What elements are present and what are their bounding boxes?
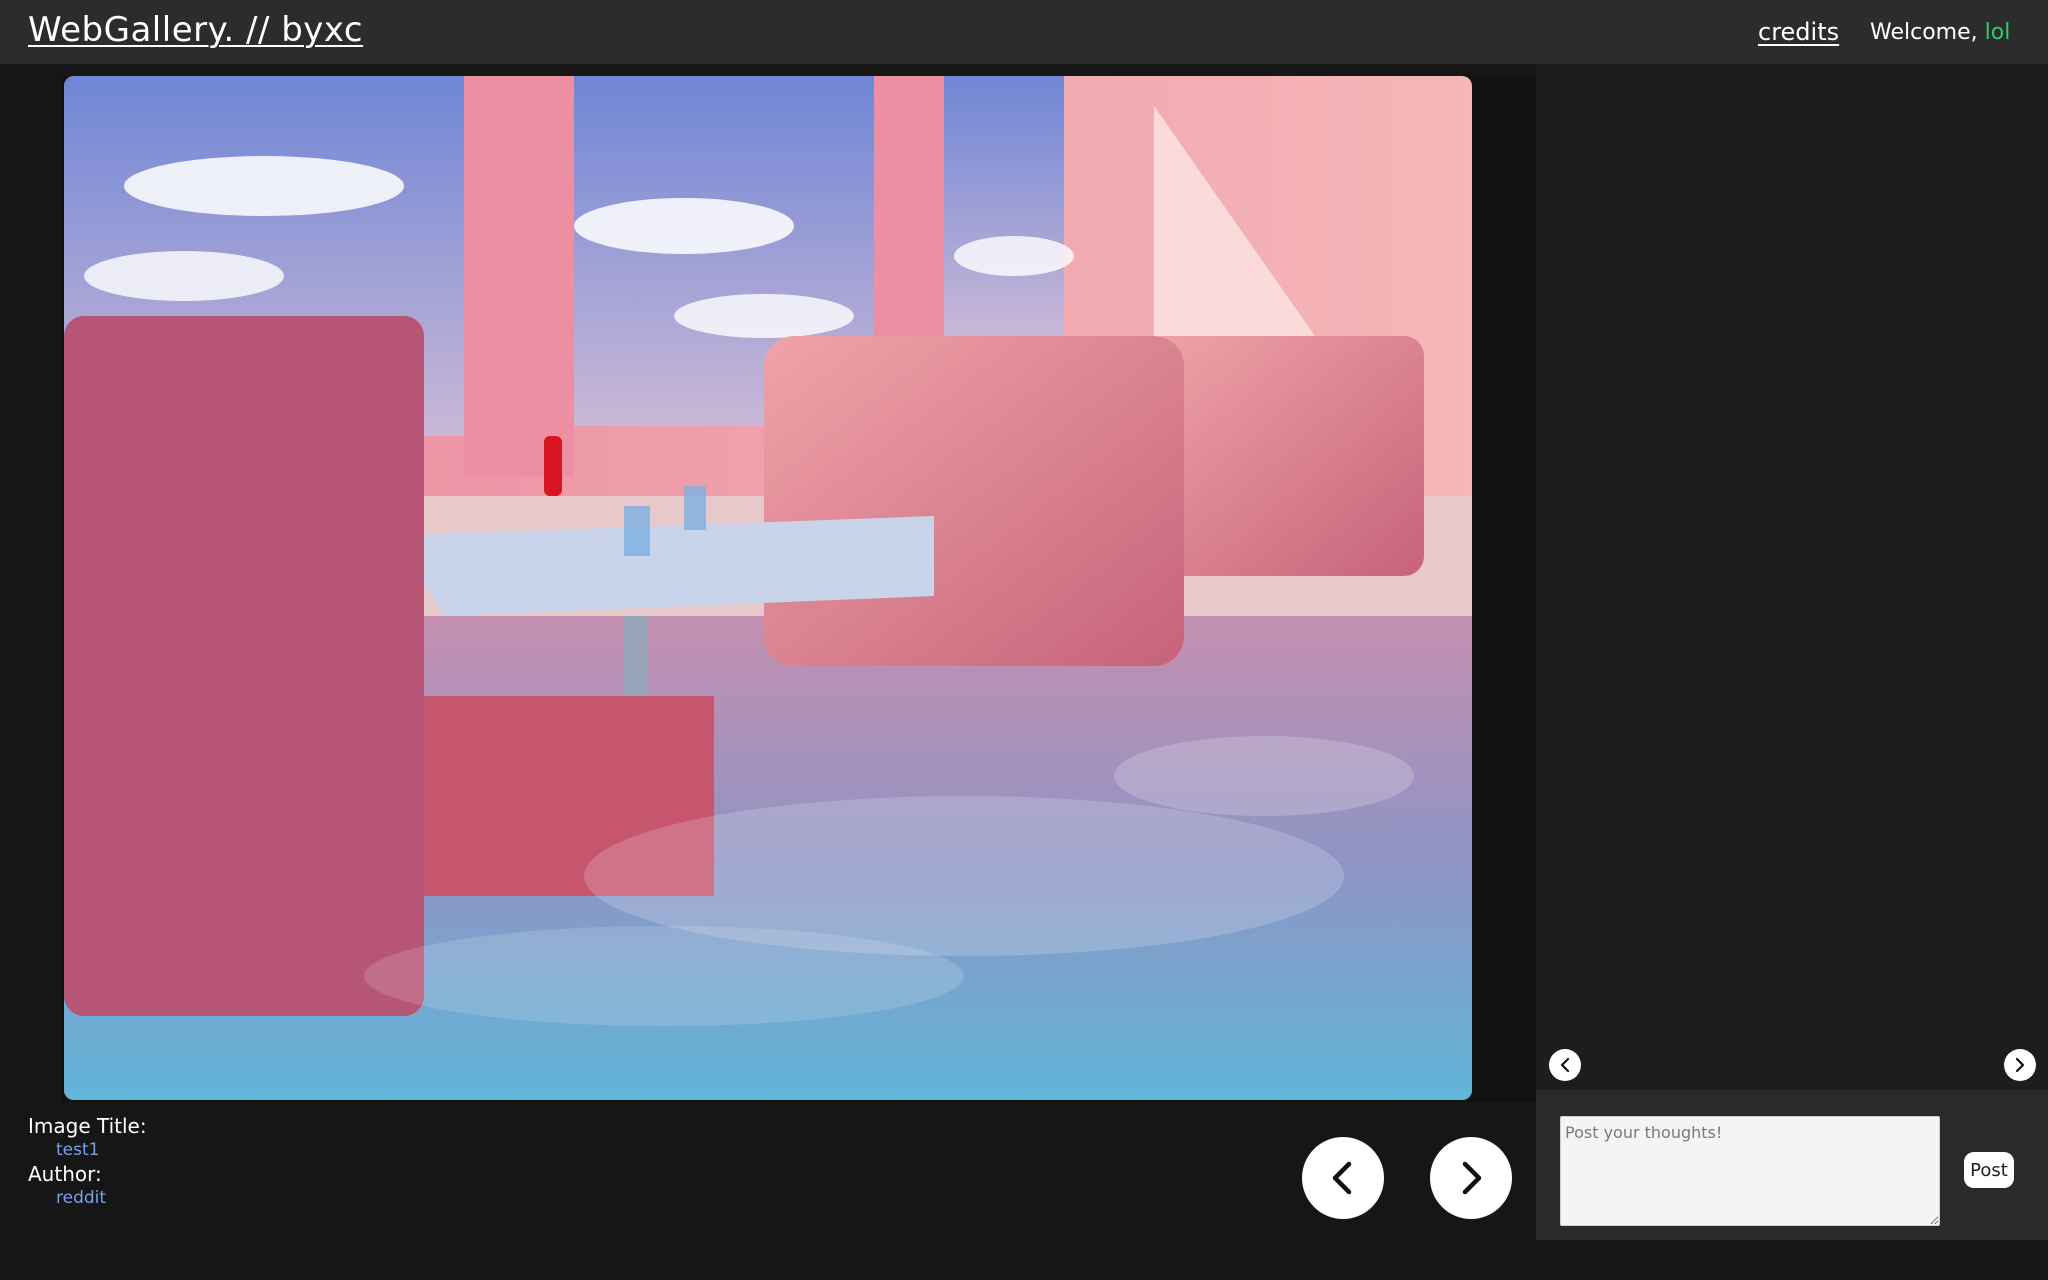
credits-link[interactable]: credits <box>1758 18 1839 46</box>
comments-panel <box>1536 64 2048 1090</box>
welcome-message: Welcome, lol <box>1870 20 2010 45</box>
next-image-button[interactable] <box>1430 1137 1512 1219</box>
gallery-image <box>64 76 1472 1100</box>
username[interactable]: lol <box>1985 20 2011 45</box>
chevron-left-icon <box>1332 1161 1352 1195</box>
image-metadata: Image Title: test1 Author: reddit <box>28 1114 147 1210</box>
author-label: Author: <box>28 1162 102 1186</box>
author-value: reddit <box>56 1188 107 1208</box>
comments-previous-button[interactable] <box>1549 1049 1581 1081</box>
chevron-right-icon <box>1462 1161 1482 1195</box>
chevron-right-icon <box>2015 1057 2025 1073</box>
top-bar: WebGallery. // byxc credits Welcome, lol <box>0 0 2048 64</box>
comment-input[interactable] <box>1560 1116 1940 1226</box>
image-title-value: test1 <box>56 1140 100 1160</box>
site-title-link[interactable]: WebGallery. // byxc <box>28 10 363 50</box>
comments-next-button[interactable] <box>2004 1049 2036 1081</box>
comment-form: Post <box>1536 1090 2048 1240</box>
chevron-left-icon <box>1560 1057 1570 1073</box>
image-title-label: Image Title: <box>28 1114 147 1138</box>
welcome-prefix: Welcome, <box>1870 20 1985 45</box>
previous-image-button[interactable] <box>1302 1137 1384 1219</box>
post-comment-button[interactable]: Post <box>1964 1152 2014 1188</box>
